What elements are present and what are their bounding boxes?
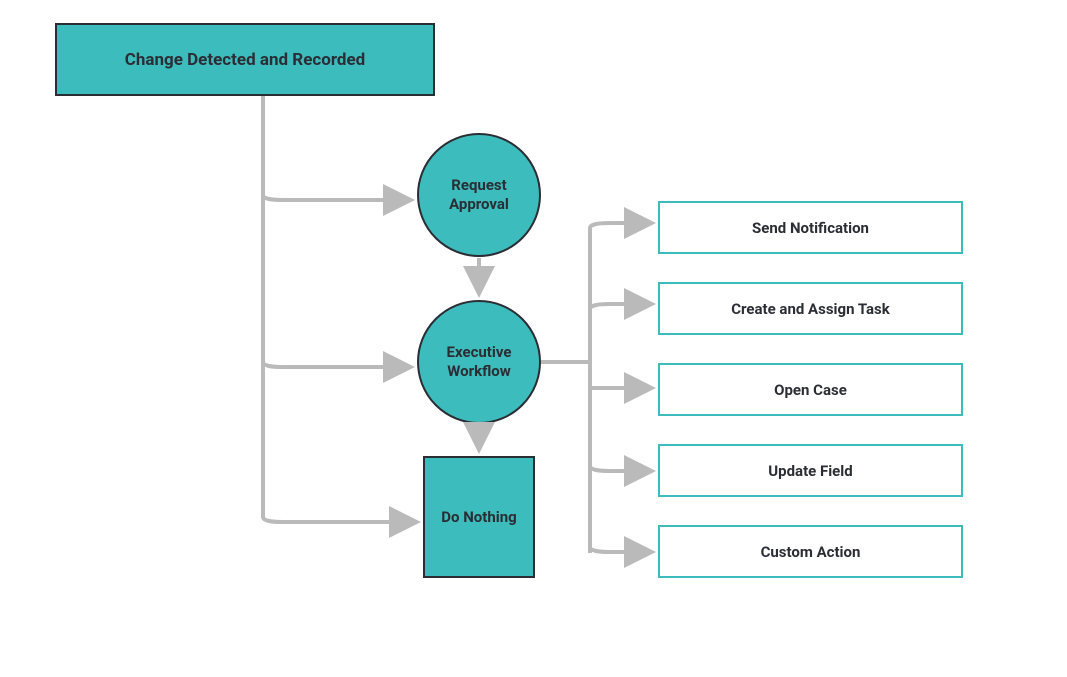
- node-do-nothing: Do Nothing: [423, 456, 535, 578]
- action-label: Open Case: [774, 381, 847, 399]
- action-create-task: Create and Assign Task: [658, 282, 963, 335]
- node-executive-workflow: Executive Workflow: [417, 300, 541, 424]
- node-label: Do Nothing: [441, 508, 516, 526]
- action-custom-action: Custom Action: [658, 525, 963, 578]
- header-title: Change Detected and Recorded: [125, 50, 365, 70]
- action-label: Custom Action: [761, 543, 861, 561]
- action-label: Send Notification: [752, 219, 869, 237]
- node-label: Executive Workflow: [434, 343, 524, 382]
- action-update-field: Update Field: [658, 444, 963, 497]
- action-label: Update Field: [768, 462, 852, 480]
- flowchart-diagram: Change Detected and Recorded Request App…: [0, 0, 1067, 677]
- node-request-approval: Request Approval: [417, 133, 541, 257]
- action-label: Create and Assign Task: [731, 300, 890, 318]
- header-box: Change Detected and Recorded: [55, 23, 435, 96]
- action-send-notification: Send Notification: [658, 201, 963, 254]
- action-open-case: Open Case: [658, 363, 963, 416]
- node-label: Request Approval: [434, 176, 524, 215]
